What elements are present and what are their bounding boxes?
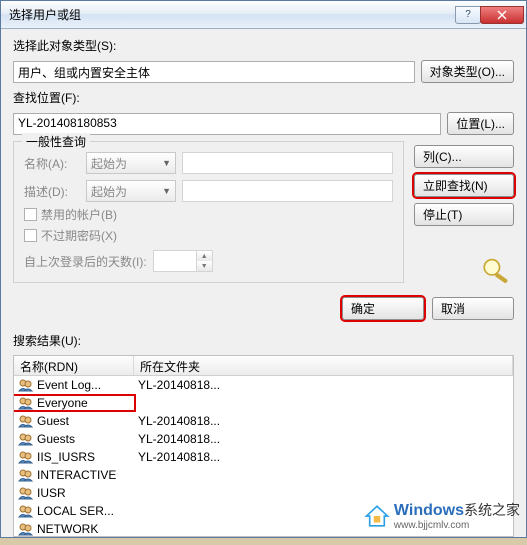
close-icon [496, 10, 508, 20]
dialog-content: 选择此对象类型(S): 用户、组或内置安全主体 对象类型(O)... 查找位置(… [1, 29, 526, 545]
help-button[interactable]: ? [455, 6, 481, 24]
window-title: 选择用户或组 [9, 6, 456, 23]
table-body: Event Log...YL-20140818...EveryoneGuestY… [14, 376, 513, 537]
cell-name: IIS_IUSRS [14, 450, 134, 464]
cell-folder: YL-20140818... [134, 378, 513, 392]
dialog-buttons: 确定 取消 [13, 297, 514, 320]
group-legend: 一般性查询 [22, 133, 90, 150]
cell-name: Everyone [14, 396, 134, 410]
cell-name: NETWORK [14, 522, 134, 536]
table-header: 名称(RDN) 所在文件夹 [14, 356, 513, 376]
name-match-select[interactable]: 起始为▼ [86, 152, 176, 174]
table-row[interactable]: IIS_IUSRSYL-20140818... [14, 448, 513, 466]
spinner-down-icon[interactable]: ▼ [197, 261, 212, 271]
desc-input[interactable] [182, 180, 393, 202]
cell-folder: YL-20140818... [134, 450, 513, 464]
cell-folder: YL-20140818... [134, 414, 513, 428]
nonexpiring-pw-row[interactable]: 不过期密码(X) [24, 227, 393, 244]
cancel-button[interactable]: 取消 [432, 297, 514, 320]
ok-button[interactable]: 确定 [342, 297, 424, 320]
chevron-down-icon: ▼ [162, 186, 171, 196]
disabled-accounts-checkbox[interactable] [24, 208, 37, 221]
table-row[interactable]: INTERACTIVE [14, 466, 513, 484]
nonexpiring-pw-checkbox[interactable] [24, 229, 37, 242]
desc-label: 描述(D): [24, 183, 80, 200]
query-buttons: 列(C)... 立即查找(N) 停止(T) [414, 141, 514, 283]
days-since-login-label: 自上次登录后的天数(I): [24, 253, 147, 270]
columns-button[interactable]: 列(C)... [414, 145, 514, 168]
disabled-accounts-row[interactable]: 禁用的帐户(B) [24, 206, 393, 223]
object-type-label: 选择此对象类型(S): [13, 37, 514, 54]
results-label: 搜索结果(U): [13, 332, 514, 349]
find-now-button[interactable]: 立即查找(N) [414, 174, 514, 197]
table-row[interactable]: GuestsYL-20140818... [14, 430, 513, 448]
name-label: 名称(A): [24, 155, 80, 172]
col-folder-header[interactable]: 所在文件夹 [134, 356, 513, 375]
query-area: 一般性查询 名称(A): 起始为▼ 描述(D): 起始为▼ 禁用的帐户(B) 不… [13, 141, 514, 283]
cell-name: Guest [14, 414, 134, 428]
table-row[interactable]: Event Log...YL-20140818... [14, 376, 513, 394]
cell-name: Guests [14, 432, 134, 446]
cell-name: LOCAL SER... [14, 504, 134, 518]
cell-name: INTERACTIVE [14, 468, 134, 482]
window-buttons: ? [456, 6, 524, 24]
table-row[interactable]: LOCAL SER... [14, 502, 513, 520]
titlebar: 选择用户或组 ? [1, 1, 526, 29]
table-row[interactable]: IUSR [14, 484, 513, 502]
location-field[interactable]: YL-201408180853 [13, 113, 441, 135]
name-input[interactable] [182, 152, 393, 174]
object-types-button[interactable]: 对象类型(O)... [421, 60, 514, 83]
cell-folder: YL-20140818... [134, 432, 513, 446]
select-user-dialog: 选择用户或组 ? 选择此对象类型(S): 用户、组或内置安全主体 对象类型(O)… [0, 0, 527, 538]
cell-name: IUSR [14, 486, 134, 500]
table-row[interactable]: Everyone [14, 394, 513, 412]
object-type-field[interactable]: 用户、组或内置安全主体 [13, 61, 415, 83]
days-spinner[interactable]: ▲▼ [153, 250, 213, 272]
search-icon [480, 255, 514, 283]
stop-button[interactable]: 停止(T) [414, 203, 514, 226]
col-name-header[interactable]: 名称(RDN) [14, 356, 134, 375]
desc-match-select[interactable]: 起始为▼ [86, 180, 176, 202]
chevron-down-icon: ▼ [162, 158, 171, 168]
table-row[interactable]: NETWORK [14, 520, 513, 537]
spinner-up-icon[interactable]: ▲ [197, 251, 212, 261]
general-query-group: 一般性查询 名称(A): 起始为▼ 描述(D): 起始为▼ 禁用的帐户(B) 不… [13, 141, 404, 283]
table-row[interactable]: GuestYL-20140818... [14, 412, 513, 430]
results-table: 名称(RDN) 所在文件夹 Event Log...YL-20140818...… [13, 355, 514, 537]
close-button[interactable] [480, 6, 524, 24]
locations-button[interactable]: 位置(L)... [447, 112, 514, 135]
location-label: 查找位置(F): [13, 89, 514, 106]
cell-name: Event Log... [14, 378, 134, 392]
